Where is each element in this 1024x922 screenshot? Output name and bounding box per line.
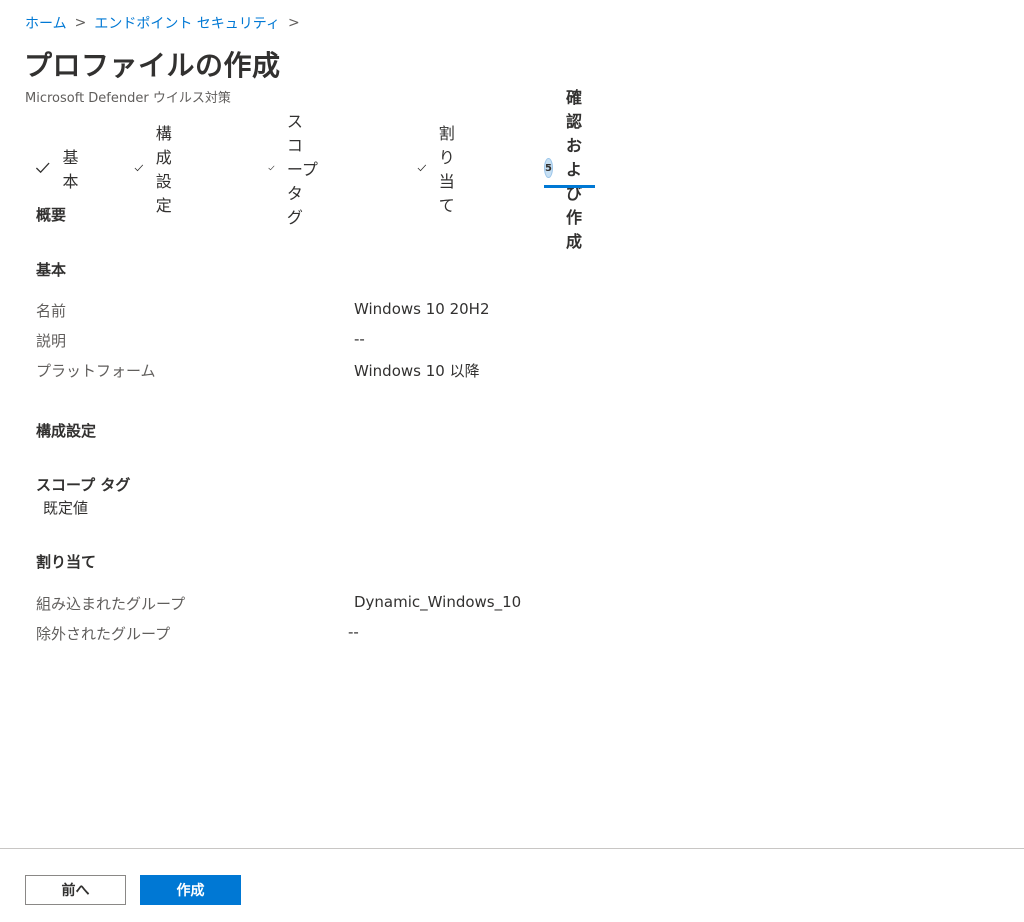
chevron-right-icon: > <box>74 15 87 31</box>
step-basics[interactable]: 基本 <box>35 148 85 191</box>
active-step-indicator <box>544 185 596 188</box>
footer-bar: 前へ 作成 <box>0 848 1024 922</box>
step-label: 構成設定 <box>155 124 172 215</box>
description-label: 説明 <box>36 332 67 350</box>
step-label: 基本 <box>62 148 79 191</box>
name-label: 名前 <box>36 302 67 320</box>
assignments-heading: 割り当て <box>36 553 97 571</box>
checkmark-icon <box>417 164 427 172</box>
step-configuration-settings[interactable]: 構成設定 <box>134 124 184 215</box>
step-number-badge: 5 <box>544 158 553 178</box>
breadcrumb: ホーム > エンドポイント セキュリティ > <box>25 13 308 33</box>
page-subtitle: Microsoft Defender ウイルス対策 <box>25 91 231 106</box>
platform-label: プラットフォーム <box>36 362 156 380</box>
create-button[interactable]: 作成 <box>140 875 241 905</box>
step-scope-tags[interactable]: スコープ タグ <box>268 112 318 227</box>
step-label: スコープ タグ <box>286 112 318 227</box>
step-label: 割り当て <box>438 124 455 215</box>
basics-heading: 基本 <box>36 261 67 279</box>
page-title: プロファイルの作成 <box>24 49 281 82</box>
excluded-groups-label: 除外されたグループ <box>36 625 171 643</box>
included-groups-value: Dynamic_Windows_10 <box>354 593 522 611</box>
breadcrumb-endpoint-security-link[interactable]: エンドポイント セキュリティ <box>94 13 280 33</box>
step-assignments[interactable]: 割り当て <box>417 124 467 215</box>
checkmark-icon <box>268 165 275 171</box>
chevron-right-icon: > <box>287 15 300 31</box>
name-value: Windows 10 20H2 <box>354 300 490 318</box>
step-label: 確認および作成 <box>565 88 582 251</box>
checkmark-icon <box>35 162 50 174</box>
step-review-create[interactable]: 5 確認および作成 <box>544 88 596 251</box>
summary-heading: 概要 <box>36 206 67 224</box>
configuration-settings-heading: 構成設定 <box>36 422 97 440</box>
scope-tags-heading: スコープ タグ <box>36 476 131 494</box>
checkmark-icon <box>134 164 144 172</box>
scope-tags-value: 既定値 <box>43 499 89 517</box>
platform-value: Windows 10 以降 <box>354 362 480 380</box>
included-groups-label: 組み込まれたグループ <box>36 595 186 613</box>
description-value: -- <box>354 330 365 348</box>
breadcrumb-home-link[interactable]: ホーム <box>25 13 67 33</box>
excluded-groups-value: -- <box>348 623 359 641</box>
back-button[interactable]: 前へ <box>25 875 126 905</box>
